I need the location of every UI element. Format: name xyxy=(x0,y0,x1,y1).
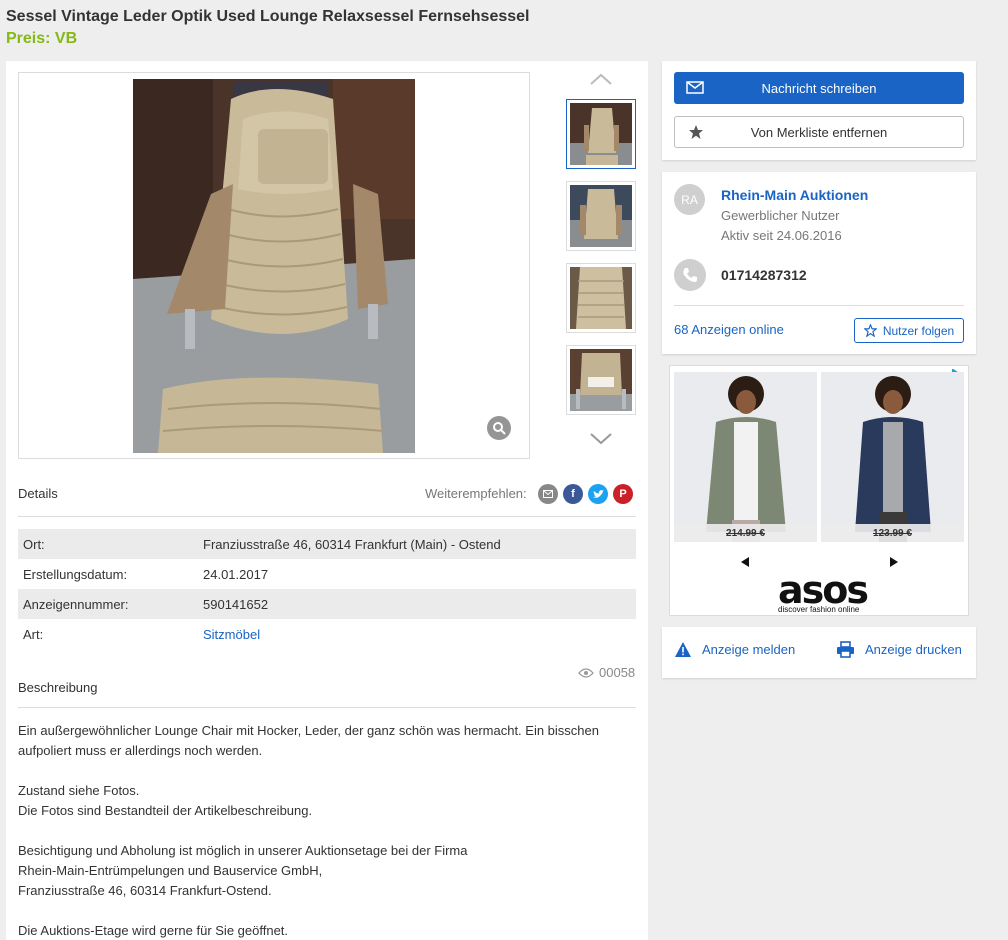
description-text: Ein außergewöhnlicher Lounge Chair mit H… xyxy=(18,721,628,940)
detail-value: Franziusstraße 46, 60314 Frankfurt (Main… xyxy=(203,536,501,552)
ad-prev-arrow-icon[interactable] xyxy=(740,556,750,568)
thumbnail-4[interactable] xyxy=(566,345,636,415)
listing-main-card: Details Weiterempfehlen: f P Ort: Franzi… xyxy=(6,61,648,940)
seller-active-since: Aktiv seit 24.06.2016 xyxy=(721,228,842,243)
detail-key: Anzeigennummer: xyxy=(23,596,129,612)
report-ad-label: Anzeige melden xyxy=(702,642,796,657)
detail-key: Erstellungsdatum: xyxy=(23,566,128,582)
detail-row-category: Art: Sitzmöbel xyxy=(18,619,636,649)
main-image-frame[interactable] xyxy=(18,72,530,459)
star-outline-icon xyxy=(863,324,877,337)
description-line: aufpoliert muss er allerdings noch werde… xyxy=(18,743,263,758)
chevron-down-icon[interactable] xyxy=(589,432,613,446)
ad-price: 123.99 € xyxy=(821,524,964,542)
print-ad-link[interactable]: Anzeige drucken xyxy=(836,641,962,658)
print-ad-label: Anzeige drucken xyxy=(865,642,962,657)
detail-value: 24.01.2017 xyxy=(203,566,269,582)
envelope-icon xyxy=(686,81,704,94)
follow-label: Nutzer folgen xyxy=(882,323,955,338)
listing-price: Preis: VB xyxy=(6,30,78,47)
main-photo[interactable] xyxy=(133,79,415,453)
asos-tagline: discover fashion online xyxy=(778,605,860,614)
description-line: Franziusstraße 46, 60314 Frankfurt-Osten… xyxy=(18,883,272,898)
email-icon[interactable] xyxy=(538,484,558,504)
pinterest-icon[interactable]: P xyxy=(613,484,633,504)
description-line: Rhein-Main-Entrümpelungen und Bauservice… xyxy=(18,863,323,878)
chevron-up-icon[interactable] xyxy=(589,72,613,86)
ad-next-arrow-icon[interactable] xyxy=(889,556,899,568)
ad-product-2[interactable]: 123.99 € xyxy=(821,372,964,542)
asos-logo: asos xyxy=(778,568,869,612)
details-table: Ort: Franziusstraße 46, 60314 Frankfurt … xyxy=(18,529,636,649)
seller-name[interactable]: Rhein-Main Auktionen xyxy=(721,187,868,203)
thumbnail-1[interactable] xyxy=(566,99,636,169)
follow-user-button[interactable]: Nutzer folgen xyxy=(854,318,964,343)
detail-row-created: Erstellungsdatum: 24.01.2017 xyxy=(18,559,636,589)
description-line: Die Auktions-Etage wird gerne für Sie ge… xyxy=(18,923,289,938)
twitter-icon[interactable] xyxy=(588,484,608,504)
thumbnail-2[interactable] xyxy=(566,181,636,251)
view-count: 00058 xyxy=(599,665,636,680)
description-paragraph: Ein außergewöhnlicher Lounge Chair mit H… xyxy=(18,721,628,761)
divider xyxy=(674,305,964,306)
view-counter: 00058 xyxy=(578,665,635,680)
seller-type: Gewerblicher Nutzer xyxy=(721,208,840,223)
share-label: Weiterempfehlen: xyxy=(425,486,527,501)
send-message-button[interactable]: Nachricht schreiben xyxy=(674,72,964,104)
detail-key: Art: xyxy=(23,626,44,642)
advertisement[interactable]: 214.99 € 123.99 € asos discover fashion … xyxy=(669,365,969,616)
share-icons: f P xyxy=(538,484,633,504)
seller-card: RA Rhein-Main Auktionen Gewerblicher Nut… xyxy=(662,172,976,354)
action-card: Nachricht schreiben Von Merkliste entfer… xyxy=(662,61,976,160)
remove-from-watchlist-button[interactable]: Von Merkliste entfernen xyxy=(674,116,964,148)
phone-number[interactable]: 01714287312 xyxy=(721,267,807,283)
phone-icon xyxy=(674,259,706,291)
send-message-label: Nachricht schreiben xyxy=(761,80,877,96)
detail-row-ad-number: Anzeigennummer: 590141652 xyxy=(18,589,636,619)
watchlist-label: Von Merkliste entfernen xyxy=(750,124,888,140)
star-icon xyxy=(689,125,703,139)
printer-icon xyxy=(837,641,854,658)
eye-icon xyxy=(578,667,594,678)
description-line: Zustand siehe Fotos. xyxy=(18,783,140,798)
avatar: RA xyxy=(674,184,705,215)
description-paragraph: Besichtigung und Abholung ist möglich in… xyxy=(18,841,628,901)
report-ad-link[interactable]: Anzeige melden xyxy=(674,641,795,658)
seller-ads-link[interactable]: 68 Anzeigen online xyxy=(674,322,784,337)
zoom-icon[interactable] xyxy=(487,416,511,440)
detail-key: Ort: xyxy=(23,536,45,552)
divider xyxy=(18,516,636,517)
thumbnail-3[interactable] xyxy=(566,263,636,333)
description-paragraph: Die Auktions-Etage wird gerne für Sie ge… xyxy=(18,921,628,940)
detail-value: 590141652 xyxy=(203,596,269,612)
description-heading: Beschreibung xyxy=(18,680,98,695)
category-link[interactable]: Sitzmöbel xyxy=(203,627,636,642)
ad-price: 214.99 € xyxy=(674,524,817,542)
description-line: Besichtigung und Abholung ist möglich in… xyxy=(18,843,468,858)
ad-product-1[interactable]: 214.99 € xyxy=(674,372,817,542)
divider xyxy=(18,707,636,708)
listing-title: Sessel Vintage Leder Optik Used Lounge R… xyxy=(6,8,530,25)
details-heading: Details xyxy=(18,486,58,501)
description-line: Ein außergewöhnlicher Lounge Chair mit H… xyxy=(18,723,599,738)
description-line: Die Fotos sind Bestandteil der Artikelbe… xyxy=(18,803,313,818)
facebook-icon[interactable]: f xyxy=(563,484,583,504)
detail-row-location: Ort: Franziusstraße 46, 60314 Frankfurt … xyxy=(18,529,636,559)
report-print-card: Anzeige melden Anzeige drucken xyxy=(662,627,976,678)
description-paragraph: Zustand siehe Fotos. Die Fotos sind Best… xyxy=(18,781,628,821)
warning-icon xyxy=(675,642,691,657)
